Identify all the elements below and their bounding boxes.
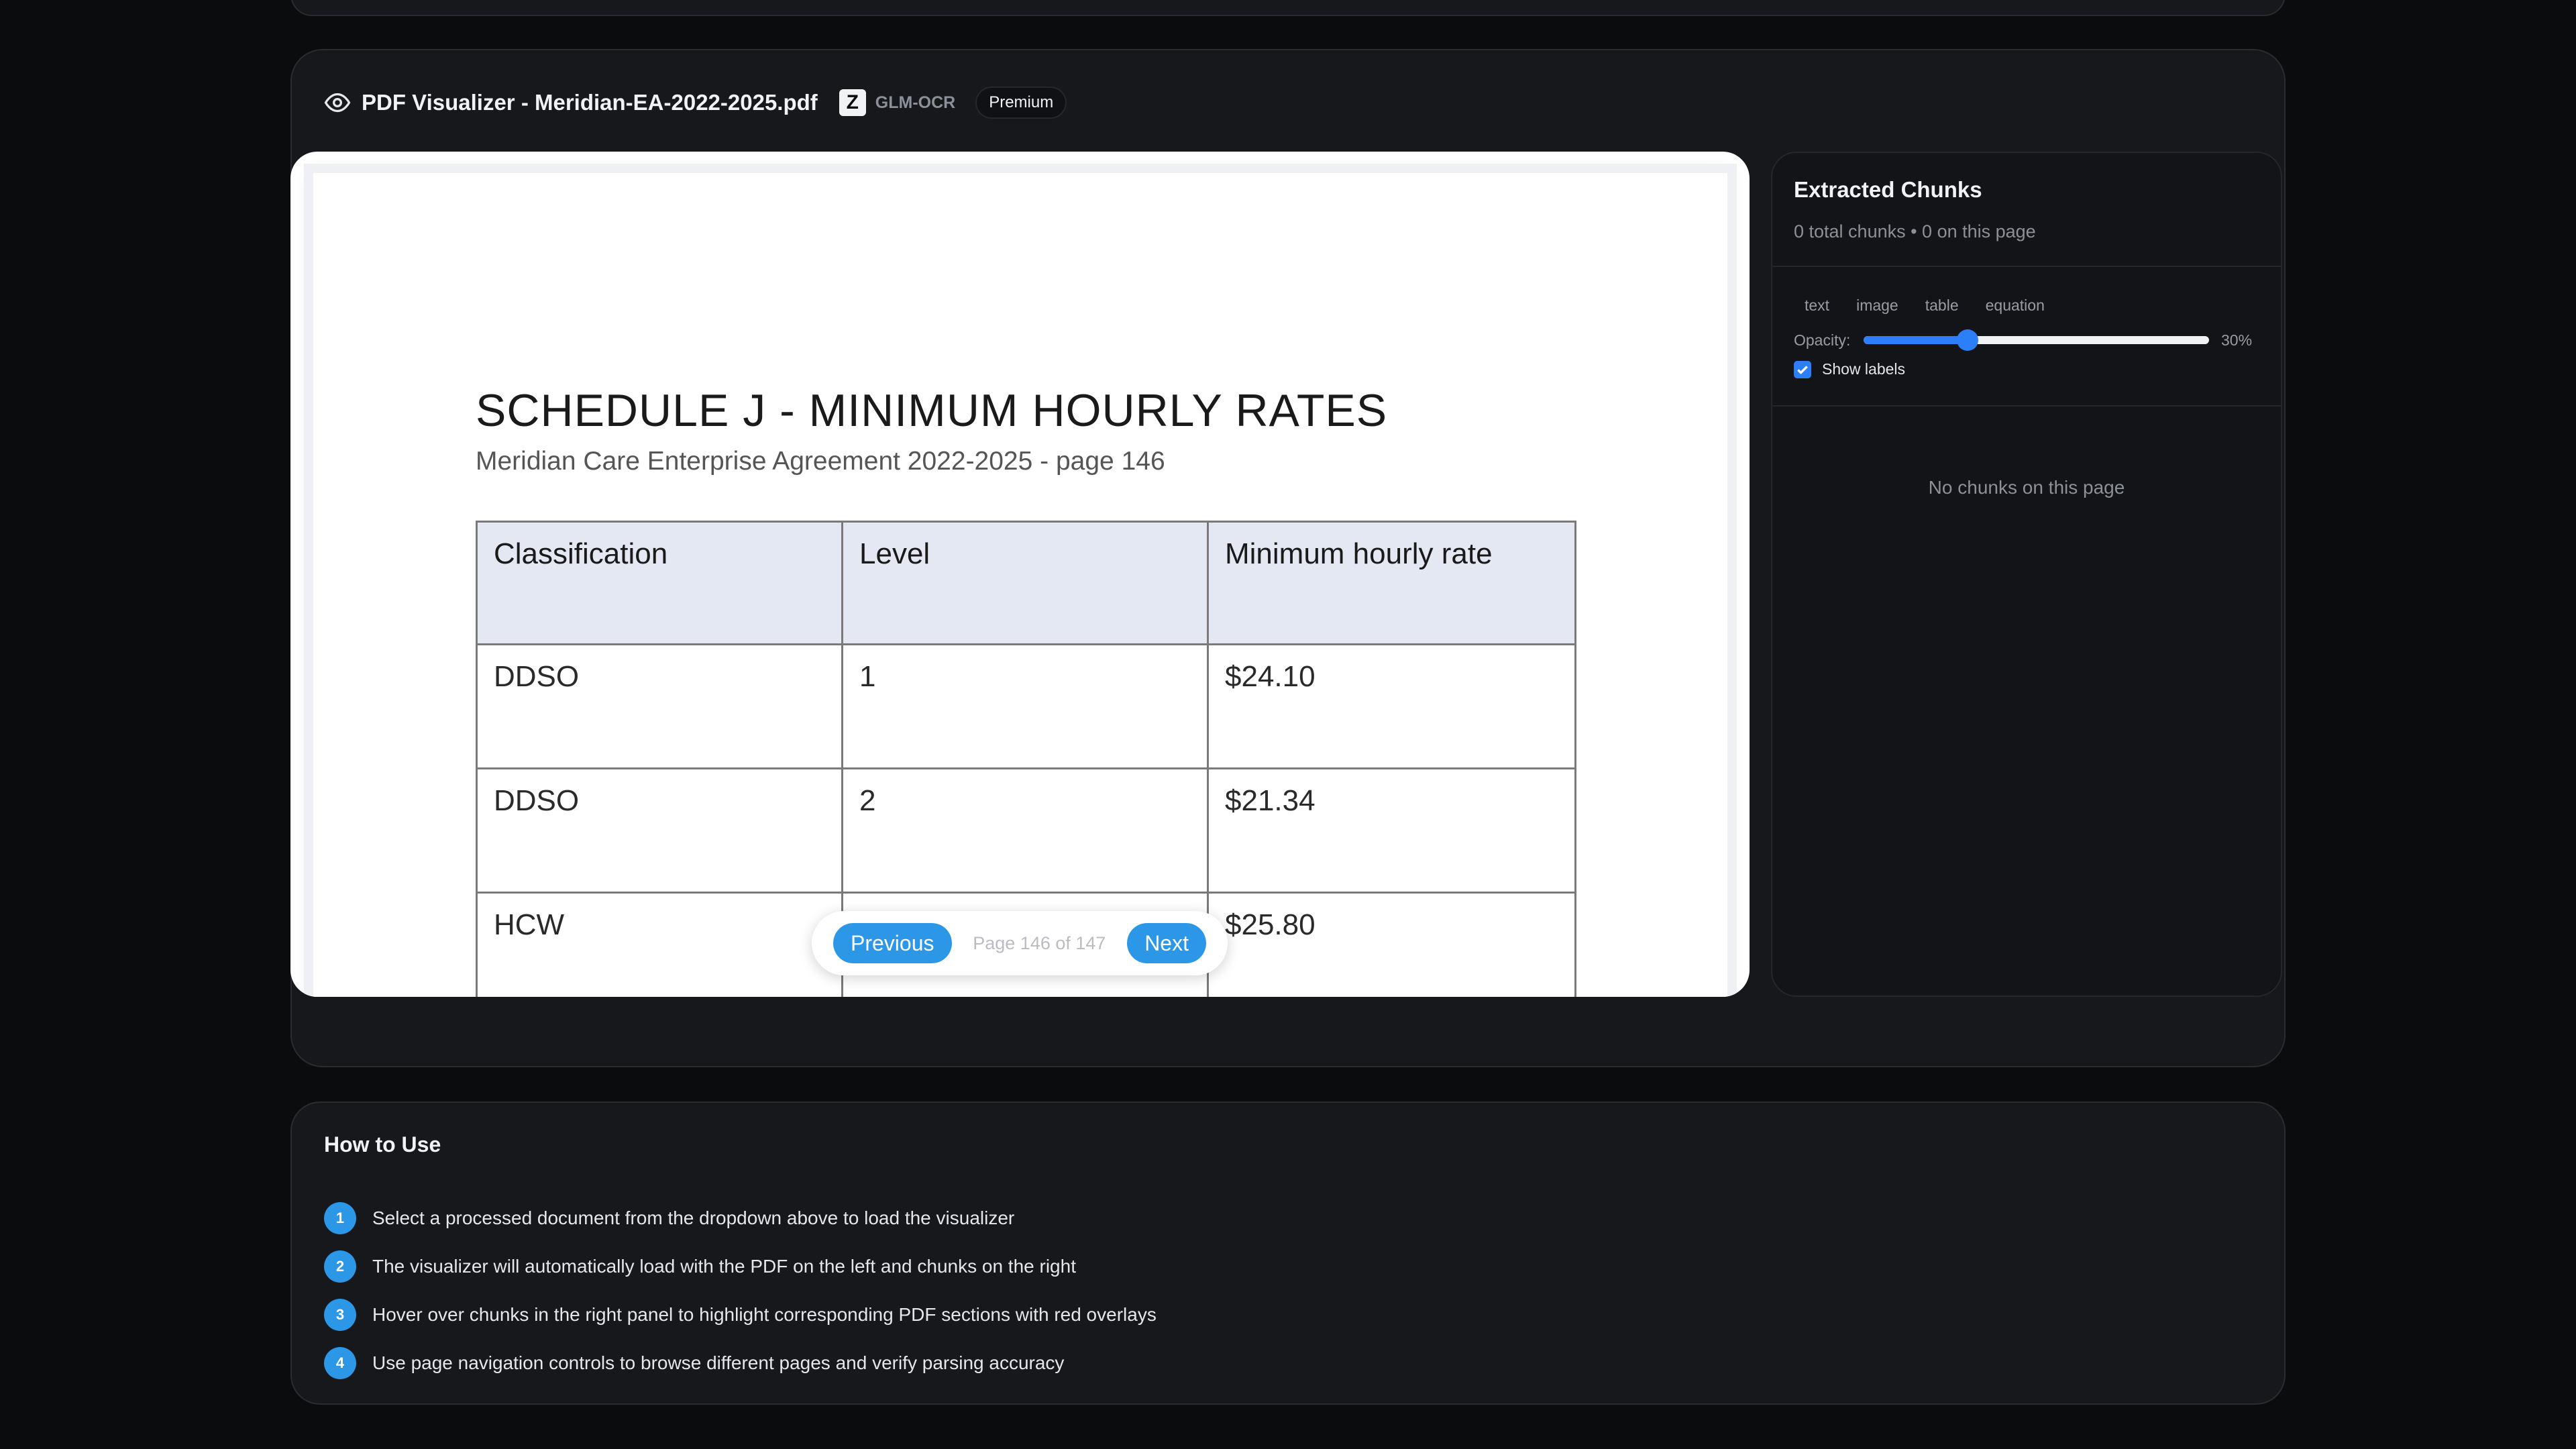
table-cell: HCW [476, 892, 843, 997]
list-item: 3 Hover over chunks in the right panel t… [324, 1291, 1157, 1339]
table-cell: 2 [841, 767, 1209, 894]
list-item: 1 Select a processed document from the d… [324, 1194, 1157, 1242]
empty-chunks-message: No chunks on this page [1928, 477, 2125, 498]
visualizer-title: PDF Visualizer - Meridian-EA-2022-2025.p… [362, 90, 818, 115]
chunk-type-filters: text image table equation [1794, 294, 2259, 317]
filter-equation[interactable]: equation [1975, 294, 2055, 317]
show-labels-label: Show labels [1822, 360, 1906, 378]
visualizer-header: PDF Visualizer - Meridian-EA-2022-2025.p… [324, 83, 1067, 123]
how-to-steps: 1 Select a processed document from the d… [324, 1194, 1157, 1387]
table-cell: $25.80 [1207, 892, 1576, 997]
slider-thumb[interactable] [1956, 329, 1978, 351]
model-name: GLM-OCR [875, 93, 956, 112]
list-item: 4 Use page navigation controls to browse… [324, 1339, 1157, 1387]
chunks-panel-title: Extracted Chunks [1794, 177, 1982, 202]
chunks-summary: 0 total chunks • 0 on this page [1794, 221, 2036, 241]
check-icon [1797, 365, 1808, 374]
previous-card-edge [290, 0, 2286, 16]
filter-table[interactable]: table [1915, 294, 1970, 317]
table-header-row: Classification Level Minimum hourly rate [476, 521, 1576, 645]
opacity-slider[interactable] [1864, 327, 2209, 354]
document-heading: SCHEDULE J - MINIMUM HOURLY RATES [476, 385, 1388, 436]
opacity-value: 30% [2221, 331, 2253, 349]
opacity-label: Opacity: [1794, 331, 1851, 349]
chunks-panel-header: Extracted Chunks 0 total chunks • 0 on t… [1772, 153, 2281, 267]
pdf-viewer[interactable]: SCHEDULE J - MINIMUM HOURLY RATES Meridi… [290, 152, 1750, 997]
step-number: 1 [324, 1202, 356, 1234]
eye-icon [324, 89, 351, 116]
step-number: 3 [324, 1299, 356, 1331]
list-item: 2 The visualizer will automatically load… [324, 1242, 1157, 1291]
how-to-use-card: How to Use 1 Select a processed document… [290, 1102, 2286, 1405]
column-header: Minimum hourly rate [1207, 521, 1576, 645]
step-text: Select a processed document from the dro… [372, 1208, 1015, 1228]
filter-image[interactable]: image [1845, 294, 1909, 317]
table-row: DDSO 2 $21.34 [476, 767, 1576, 894]
pdf-page: SCHEDULE J - MINIMUM HOURLY RATES Meridi… [313, 173, 1727, 997]
step-text: Hover over chunks in the right panel to … [372, 1304, 1157, 1325]
step-number: 2 [324, 1250, 356, 1283]
next-page-button[interactable]: Next [1127, 923, 1206, 963]
step-text: Use page navigation controls to browse d… [372, 1352, 1065, 1373]
show-labels-toggle[interactable]: Show labels [1794, 360, 2259, 378]
extracted-chunks-panel: Extracted Chunks 0 total chunks • 0 on t… [1771, 152, 2282, 997]
show-labels-checkbox[interactable] [1794, 360, 1811, 378]
step-number: 4 [324, 1347, 356, 1379]
table-row: DDSO 1 $24.10 [476, 643, 1576, 769]
table-cell: $24.10 [1207, 643, 1576, 769]
step-text: The visualizer will automatically load w… [372, 1256, 1076, 1277]
chunk-controls: text image table equation Opacity: 30% S… [1772, 267, 2281, 407]
previous-page-button[interactable]: Previous [833, 923, 952, 963]
pdf-visualizer-card: PDF Visualizer - Meridian-EA-2022-2025.p… [290, 49, 2286, 1067]
glm-logo-icon: Z [839, 89, 866, 116]
filter-text[interactable]: text [1794, 294, 1840, 317]
column-header: Classification [476, 521, 843, 645]
table-cell: $21.34 [1207, 767, 1576, 894]
table-cell: DDSO [476, 767, 843, 894]
page-indicator: Page 146 of 147 [973, 932, 1106, 953]
opacity-control: Opacity: 30% [1794, 327, 2259, 354]
document-subheading: Meridian Care Enterprise Agreement 2022-… [476, 447, 1165, 476]
page-navigation: Previous Page 146 of 147 Next [812, 911, 1228, 975]
how-to-use-title: How to Use [324, 1132, 441, 1157]
slider-fill [1864, 336, 1968, 344]
logo-letter: Z [846, 91, 859, 113]
premium-badge: Premium [975, 87, 1067, 119]
table-cell: DDSO [476, 643, 843, 769]
column-header: Level [841, 521, 1209, 645]
table-cell: 1 [841, 643, 1209, 769]
